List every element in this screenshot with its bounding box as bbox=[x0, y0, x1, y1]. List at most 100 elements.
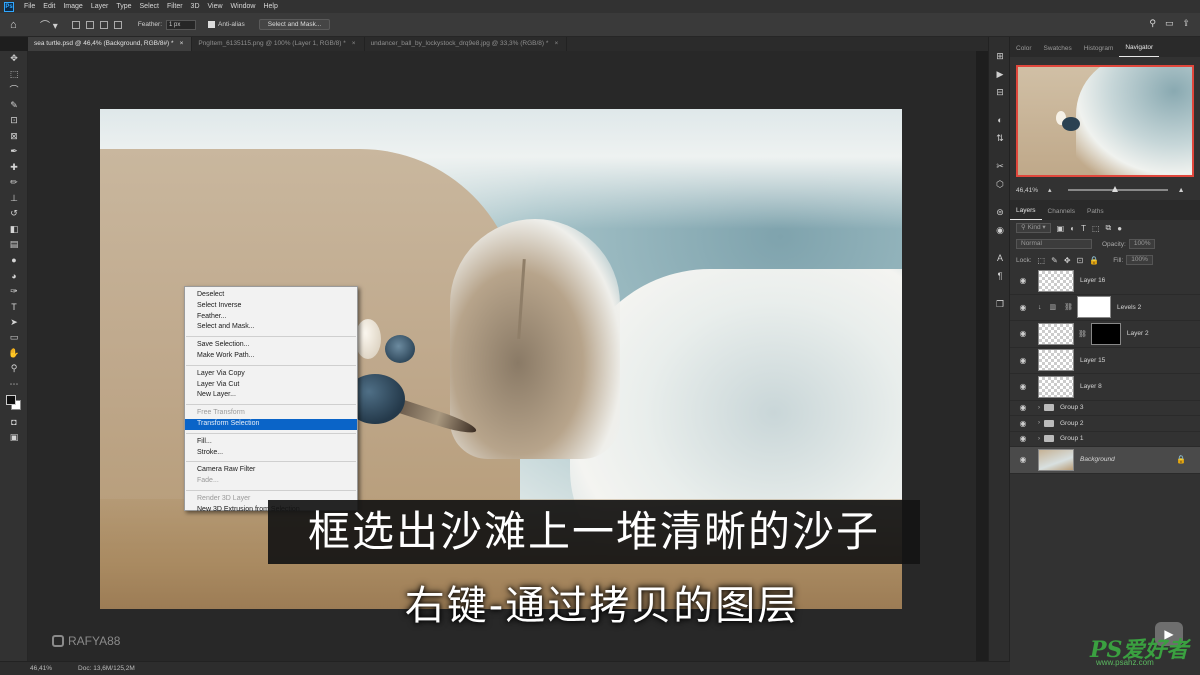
search-icon[interactable]: ⚲ bbox=[1149, 18, 1156, 29]
tools-panel-icon[interactable]: ✂ bbox=[989, 157, 1011, 175]
dodge-tool-icon[interactable]: ◕ bbox=[0, 268, 28, 284]
brush-tool-icon[interactable]: ✏ bbox=[0, 175, 28, 191]
layer-mask-thumbnail[interactable] bbox=[1090, 322, 1121, 345]
lasso-preset-icon[interactable]: ⌒ ▾ bbox=[40, 17, 58, 32]
context-menu-item[interactable]: Layer Via Copy bbox=[185, 369, 357, 380]
color-swatches[interactable] bbox=[0, 392, 28, 414]
pen-tool-icon[interactable]: ✑ bbox=[0, 284, 28, 300]
workspace-icon[interactable]: ▭ bbox=[1165, 18, 1174, 29]
status-doc-size[interactable]: Doc: 13,6M/125,2M bbox=[78, 665, 135, 672]
group-row[interactable]: ◉ › Group 1 bbox=[1010, 432, 1200, 447]
layers-panel-icon[interactable]: ❐ bbox=[989, 295, 1011, 313]
tab-sea-turtle[interactable]: sea turtle.psd @ 46,4% (Background, RGB/… bbox=[28, 37, 193, 51]
eye-icon[interactable]: ◉ bbox=[1016, 276, 1030, 285]
lock-icon[interactable]: 🔒 bbox=[1176, 455, 1186, 464]
path-select-tool-icon[interactable]: ➤ bbox=[0, 315, 28, 331]
menu-file[interactable]: File bbox=[20, 3, 39, 10]
tab-layers[interactable]: Layers bbox=[1010, 207, 1042, 220]
tab-pngitem[interactable]: PngItem_6135115.png @ 100% (Layer 1, RGB… bbox=[192, 37, 365, 51]
history-panel-icon[interactable]: ⊞ bbox=[989, 47, 1011, 65]
clone-stamp-tool-icon[interactable]: ⊥ bbox=[0, 191, 28, 207]
chain-link-icon[interactable]: ⛓ bbox=[1078, 330, 1087, 338]
tab-undancer[interactable]: undancer_ball_by_lockystock_drq9e8.jpg @… bbox=[365, 37, 568, 51]
foreground-color-swatch[interactable] bbox=[6, 395, 16, 405]
new-selection-icon[interactable] bbox=[71, 20, 80, 29]
tab-paths[interactable]: Paths bbox=[1081, 208, 1110, 220]
chevron-right-icon[interactable]: › bbox=[1038, 420, 1040, 426]
antialias-checkbox[interactable]: Anti-alias bbox=[208, 21, 245, 28]
context-menu-item[interactable]: Feather... bbox=[185, 312, 357, 323]
layer-row[interactable]: ◉ Layer 15 bbox=[1010, 348, 1200, 374]
screen-mode-icon[interactable]: ▣ bbox=[0, 430, 28, 446]
share-icon[interactable]: ⇪ bbox=[1182, 18, 1190, 29]
close-icon[interactable]: × bbox=[180, 40, 184, 47]
paragraph-panel-icon[interactable]: ¶ bbox=[989, 267, 1011, 285]
layer-name[interactable]: Layer 16 bbox=[1080, 277, 1105, 284]
marquee-tool-icon[interactable]: ⬚ bbox=[0, 67, 28, 83]
layer-name[interactable]: Background bbox=[1080, 456, 1115, 463]
layer-row[interactable]: ◉ Layer 8 bbox=[1010, 374, 1200, 401]
styles-panel-icon[interactable]: ◉ bbox=[989, 221, 1011, 239]
eye-icon[interactable]: ◉ bbox=[1016, 403, 1030, 412]
lock-image-icon[interactable]: ✎ bbox=[1051, 256, 1058, 265]
lasso-tool-icon[interactable]: ⌒ bbox=[0, 82, 28, 98]
menu-select[interactable]: Select bbox=[136, 3, 163, 10]
3d-panel-icon[interactable]: ⬡ bbox=[989, 175, 1011, 193]
eye-icon[interactable]: ◉ bbox=[1016, 434, 1030, 443]
kind-filter-dropdown[interactable]: ⚲ Kind ▾ bbox=[1016, 223, 1051, 233]
history-brush-tool-icon[interactable]: ↺ bbox=[0, 206, 28, 222]
navigator-thumbnail[interactable] bbox=[1016, 65, 1194, 177]
context-menu-item[interactable]: Select and Mask... bbox=[185, 322, 357, 333]
zoom-slider[interactable] bbox=[1067, 186, 1168, 192]
menu-type[interactable]: Type bbox=[112, 3, 135, 10]
lock-artboard-icon[interactable]: ⊡ bbox=[1077, 256, 1084, 265]
chevron-right-icon[interactable]: › bbox=[1038, 405, 1040, 411]
blur-tool-icon[interactable]: ● bbox=[0, 253, 28, 269]
context-menu-item[interactable]: Transform Selection bbox=[185, 418, 357, 430]
menu-window[interactable]: Window bbox=[227, 3, 260, 10]
context-menu-item[interactable]: Layer Via Cut bbox=[185, 380, 357, 391]
context-menu-item[interactable]: New Layer... bbox=[185, 390, 357, 401]
filter-type-icon[interactable]: T bbox=[1081, 224, 1086, 233]
context-menu-item[interactable]: Make Work Path... bbox=[185, 351, 357, 362]
properties-panel-icon[interactable]: ⊟ bbox=[989, 83, 1011, 101]
actions-panel-icon[interactable]: ▶ bbox=[989, 65, 1011, 83]
lock-transparent-icon[interactable]: ⬚ bbox=[1038, 256, 1046, 265]
context-menu-item[interactable]: Stroke... bbox=[185, 448, 357, 459]
navigator-view-frame[interactable] bbox=[1016, 65, 1194, 177]
eye-icon[interactable]: ◉ bbox=[1016, 303, 1030, 312]
layer-mask-thumbnail[interactable] bbox=[1077, 296, 1112, 319]
quick-mask-icon[interactable]: ◘ bbox=[0, 414, 28, 430]
layer-name[interactable]: Layer 8 bbox=[1080, 383, 1102, 390]
zoom-slider-knob[interactable] bbox=[1111, 186, 1118, 192]
shape-tool-icon[interactable]: ▭ bbox=[0, 330, 28, 346]
type-tool-icon[interactable]: T bbox=[0, 299, 28, 315]
tab-color[interactable]: Color bbox=[1010, 45, 1038, 57]
quick-select-tool-icon[interactable]: ✎ bbox=[0, 98, 28, 114]
libraries-panel-icon[interactable]: ⇅ bbox=[989, 129, 1011, 147]
select-and-mask-button[interactable]: Select and Mask... bbox=[258, 19, 331, 30]
layer-row[interactable]: ◉ Layer 16 bbox=[1010, 268, 1200, 295]
layer-name[interactable]: Levels 2 bbox=[1117, 304, 1141, 311]
gradient-tool-icon[interactable]: ▤ bbox=[0, 237, 28, 253]
adjustments-panel-icon[interactable]: ◐ bbox=[989, 111, 1011, 129]
filter-pixel-icon[interactable]: ▣ bbox=[1057, 224, 1065, 233]
fill-input[interactable]: 100% bbox=[1126, 255, 1153, 265]
tab-swatches[interactable]: Swatches bbox=[1038, 45, 1078, 57]
context-menu-item[interactable]: Camera Raw Filter bbox=[185, 465, 357, 476]
blend-mode-dropdown[interactable]: Normal bbox=[1016, 239, 1092, 249]
lock-all-icon[interactable]: 🔒 bbox=[1089, 256, 1099, 265]
subtract-selection-icon[interactable] bbox=[99, 20, 108, 29]
filter-adjust-icon[interactable]: ◐ bbox=[1070, 224, 1075, 233]
layer-row-background[interactable]: ◉ Background 🔒 bbox=[1010, 447, 1200, 474]
eye-icon[interactable]: ◉ bbox=[1016, 329, 1030, 338]
chain-link-icon[interactable]: ⛓ bbox=[1064, 303, 1073, 311]
group-row[interactable]: ◉ › Group 2 bbox=[1010, 416, 1200, 432]
character-panel-icon[interactable]: A bbox=[989, 249, 1011, 267]
hand-tool-icon[interactable]: ✋ bbox=[0, 346, 28, 362]
context-menu-item[interactable]: Select Inverse bbox=[185, 301, 357, 312]
eye-icon[interactable]: ◉ bbox=[1016, 382, 1030, 391]
group-name[interactable]: Group 2 bbox=[1060, 420, 1084, 427]
zoom-in-icon[interactable]: ▲ bbox=[1178, 187, 1185, 194]
close-icon[interactable]: × bbox=[352, 40, 356, 47]
